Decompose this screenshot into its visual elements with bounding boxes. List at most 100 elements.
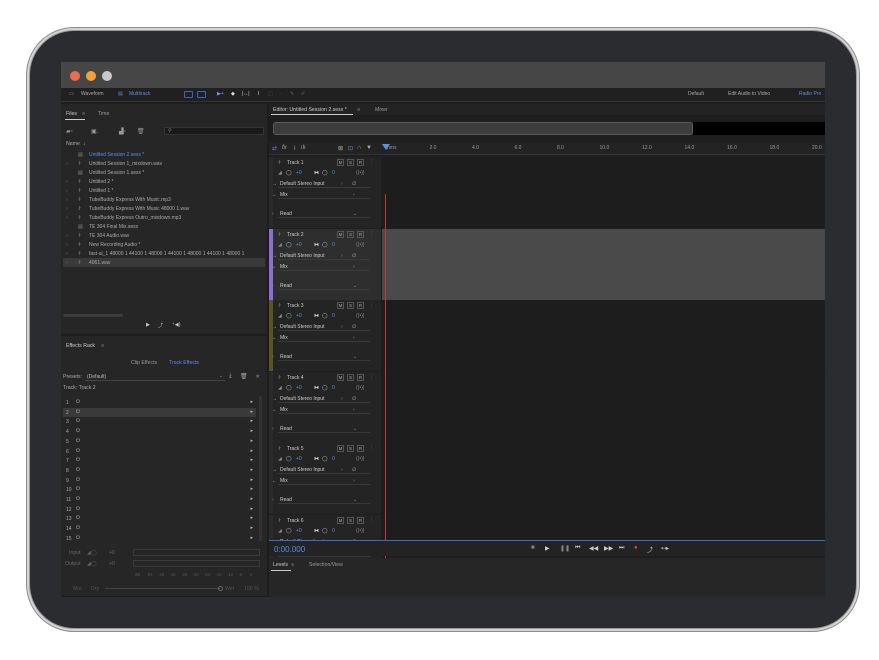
record-arm-button[interactable]: R — [357, 516, 364, 524]
track[interactable]: ⫩ Track 4 M S R ⋮ ◢ ◯ +0 ⧓ ◯ 0 ((•)) → D… — [269, 371, 825, 443]
mute-button[interactable]: M — [337, 230, 344, 238]
effect-slot[interactable]: 6 ⏻ ▸ — [63, 447, 256, 456]
slip-tool-icon[interactable]: |↔| — [242, 91, 250, 97]
solo-button[interactable]: S — [347, 445, 354, 452]
file-item[interactable]: › ⫩ fast-ai_1 48000 1 44100 1 48000 1 4410… — [63, 249, 265, 258]
chevron-right-icon[interactable]: › — [272, 283, 274, 289]
effect-slot[interactable]: 13 ⏻ ▸ — [63, 514, 256, 523]
insert-into-multitrack-icon[interactable]: ▣. — [91, 128, 98, 135]
effect-menu-arrow-icon[interactable]: ▸ — [250, 486, 253, 492]
workspace-default[interactable]: Default — [688, 91, 704, 97]
tab-track-effects[interactable]: Track Effects — [169, 360, 199, 366]
effect-slot[interactable]: 5 ⏻ ▸ — [63, 437, 256, 446]
brush-tool-icon[interactable]: ✎ — [290, 91, 294, 97]
input-row[interactable]: → Default Stereo Input › ∅ — [272, 180, 370, 188]
chevron-right-icon[interactable]: › — [66, 260, 68, 266]
track-name[interactable]: Track 1 — [287, 160, 303, 166]
output-value[interactable]: +0 — [109, 561, 115, 567]
power-icon[interactable]: ⏻ — [76, 506, 80, 512]
pan-value[interactable]: 0 — [332, 456, 335, 462]
volume-knob-icon[interactable]: ◯ — [286, 242, 292, 248]
time-ruler[interactable]: ⇄ fx ↨ ılı ⊠ ⊡ ∩ ▼ hms 2.0 4.0 6.0 8.0 10.0 12… — [269, 143, 825, 155]
monitor-input-icon[interactable]: ∅ — [352, 181, 356, 187]
effect-menu-arrow-icon[interactable]: ▸ — [250, 409, 253, 415]
chevron-right-icon[interactable]: › — [66, 179, 68, 185]
effect-slot[interactable]: 2 ⏻ ▸ — [63, 407, 256, 417]
loop-playback-icon[interactable]: ⤴ — [647, 545, 653, 554]
chevron-right-icon[interactable]: › — [66, 233, 68, 239]
pan-knob-icon[interactable]: ◯ — [322, 313, 328, 319]
search-input[interactable]: ⚲ — [164, 127, 264, 135]
output-row[interactable]: ← Mix › — [272, 334, 370, 342]
stop-icon[interactable]: ■ — [531, 545, 535, 551]
wet-value[interactable]: 100 % — [244, 586, 259, 592]
time-selection-tool-icon[interactable]: I — [258, 91, 259, 97]
tab-selection-view[interactable]: Selection/View — [309, 562, 343, 568]
mute-button[interactable]: M — [337, 516, 344, 524]
automation-row[interactable]: › Read ⌄ — [272, 353, 370, 361]
effect-slot[interactable]: 10 ⏻ ▸ — [63, 485, 256, 494]
file-item[interactable]: › ⫩ Untitled 2 * — [63, 177, 265, 186]
lasso-tool-icon[interactable]: ◌ — [279, 91, 282, 97]
effect-slot[interactable]: 12 ⏻ ▸ — [63, 505, 256, 514]
stereo-icon[interactable]: ((•)) — [356, 170, 364, 176]
multitrack-button[interactable]: Multitrack — [129, 91, 150, 97]
fast-forward-icon[interactable]: ▶▶ — [604, 545, 613, 552]
playhead-marker[interactable] — [382, 144, 390, 150]
effect-menu-arrow-icon[interactable]: ▸ — [250, 448, 253, 454]
track-clip-area[interactable] — [382, 443, 825, 514]
favorite-star-icon[interactable]: ★ — [255, 373, 260, 380]
track-name[interactable]: Track 5 — [287, 446, 303, 452]
effect-menu-arrow-icon[interactable]: ▸ — [250, 535, 253, 541]
solo-button[interactable]: S — [347, 373, 354, 381]
volume-value[interactable]: +0 — [296, 170, 302, 176]
more-options-icon[interactable]: ⋮ — [369, 159, 374, 165]
track-name[interactable]: Track 3 — [287, 303, 303, 309]
delete-icon[interactable]: 🗑 — [137, 128, 145, 135]
skip-to-start-icon[interactable]: ⏮ — [575, 545, 580, 552]
waveform-button[interactable]: Waveform — [81, 91, 104, 97]
more-options-icon[interactable]: ⋮ — [369, 302, 374, 308]
stereo-icon[interactable]: ((•)) — [356, 528, 364, 534]
record-arm-button[interactable]: R — [357, 373, 364, 381]
file-item[interactable]: › ⫩ 4061.wav — [63, 258, 265, 267]
more-options-icon[interactable]: ⋮ — [369, 231, 374, 237]
volume-knob-icon[interactable]: ◯ — [286, 385, 292, 391]
automation-row[interactable]: › Read ⌄ — [272, 496, 370, 504]
razor-tool-icon[interactable]: ◆ — [231, 91, 235, 97]
effect-menu-arrow-icon[interactable]: ▸ — [250, 428, 253, 434]
tab-clip-effects[interactable]: Clip Effects — [131, 360, 157, 366]
panel-menu-icon[interactable]: ≡ — [291, 562, 294, 568]
file-item[interactable]: › ⫩ TubeBuddy Express With Music.mp3 — [63, 195, 265, 204]
chevron-right-icon[interactable]: › — [66, 215, 68, 221]
power-icon[interactable]: ⏻ — [76, 535, 80, 541]
power-icon[interactable]: ⏻ — [76, 496, 80, 502]
workspace-radio-production[interactable]: Radio Pro — [799, 91, 821, 97]
pan-value[interactable]: 0 — [332, 242, 335, 248]
mute-button[interactable]: M — [337, 302, 344, 309]
track-name[interactable]: Track 6 — [287, 518, 303, 524]
skip-selection-icon[interactable]: ↤▸ — [661, 545, 669, 552]
record-icon[interactable]: ● — [634, 545, 638, 551]
effect-menu-arrow-icon[interactable]: ▸ — [250, 515, 253, 521]
headphones-icon[interactable]: ∩ — [357, 145, 361, 151]
input-row[interactable]: → Default Stereo Input › ∅ — [272, 252, 370, 260]
solo-button[interactable]: S — [347, 230, 354, 238]
effect-slot[interactable]: 4 ⏻ ▸ — [63, 427, 256, 436]
mix-slider[interactable] — [105, 588, 220, 589]
track-clip-area[interactable] — [382, 300, 825, 371]
track[interactable]: ⫩ Track 3 M S R ⋮ ◢ ◯ +0 ⧓ ◯ 0 ((•)) → D… — [269, 300, 825, 371]
pan-value[interactable]: 0 — [332, 528, 335, 534]
chevron-right-icon[interactable]: › — [272, 497, 274, 503]
solo-button[interactable]: S — [347, 302, 354, 309]
track-clip-area[interactable] — [382, 157, 825, 228]
tab-mixer[interactable]: Mixer — [375, 107, 388, 113]
volume-knob-icon[interactable]: ◯ — [286, 170, 292, 176]
volume-knob-icon[interactable]: ◯ — [286, 456, 292, 462]
effect-menu-arrow-icon[interactable]: ▸ — [250, 496, 253, 502]
track-header[interactable]: ⫩ Track 2 M S R ⋮ ◢ ◯ +0 ⧓ ◯ 0 ((•)) → D… — [269, 228, 381, 300]
file-item[interactable]: › ⫩ New Recording Audio * — [63, 240, 265, 249]
play-button-icon[interactable]: ▶ — [545, 545, 550, 552]
effect-menu-arrow-icon[interactable]: ▸ — [250, 418, 253, 424]
input-row[interactable]: → Default Stereo Input › ∅ — [272, 395, 370, 403]
